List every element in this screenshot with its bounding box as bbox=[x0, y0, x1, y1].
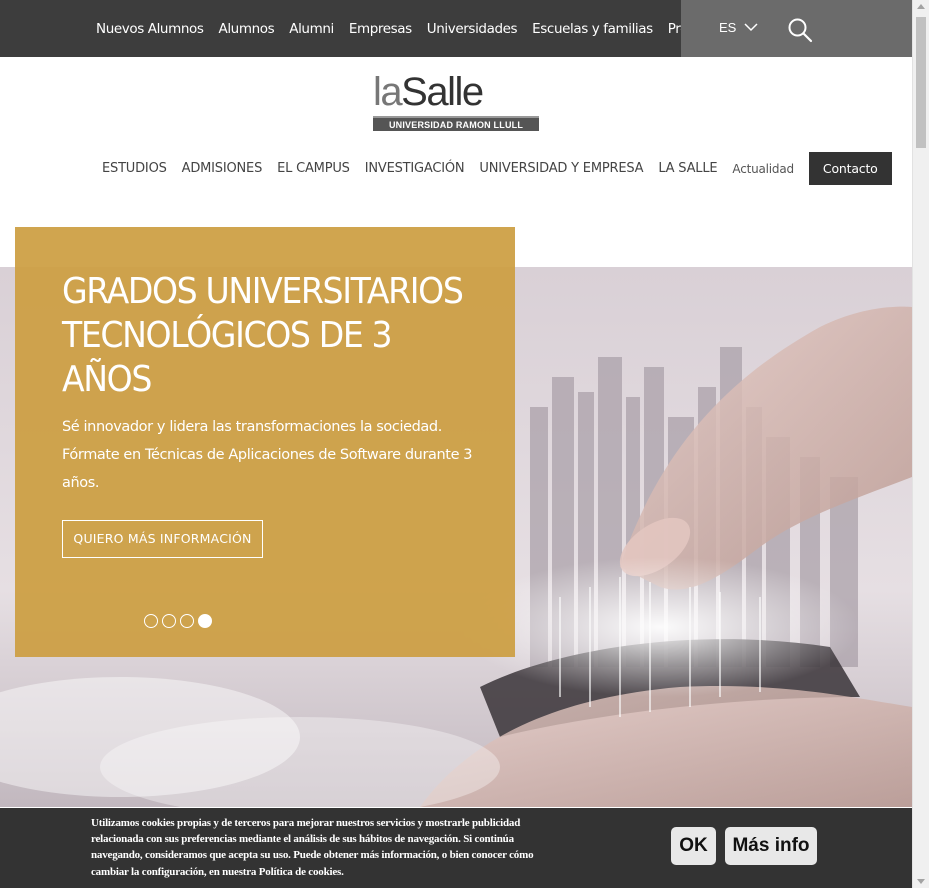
scroll-down-arrow-icon[interactable] bbox=[917, 879, 925, 884]
topnav-empresas[interactable]: Empresas bbox=[349, 21, 412, 37]
nav-universidad-empresa[interactable]: UNIVERSIDAD Y EMPRESA bbox=[479, 161, 643, 176]
scroll-thumb[interactable] bbox=[916, 17, 926, 148]
nav-investigacion[interactable]: INVESTIGACIÓN bbox=[365, 161, 465, 176]
topnav-escuelas-familias[interactable]: Escuelas y familias bbox=[532, 21, 653, 37]
logo-wordmark: laSalle bbox=[373, 70, 484, 114]
logo-subtitle: UNIVERSIDAD RAMON LLULL bbox=[373, 116, 539, 131]
topnav-universidades[interactable]: Universidades bbox=[427, 21, 518, 37]
cookie-text: Utilizamos cookies propias y de terceros… bbox=[91, 817, 534, 878]
nav-actualidad[interactable]: Actualidad bbox=[732, 162, 794, 176]
slider-dot-3[interactable] bbox=[180, 614, 194, 628]
hero-description: Sé innovador y lidera las transformacion… bbox=[62, 419, 473, 491]
top-tools: ES bbox=[681, 0, 912, 57]
chevron-down-icon bbox=[744, 23, 758, 32]
scroll-up-arrow-icon[interactable] bbox=[917, 4, 925, 9]
language-selector[interactable]: ES bbox=[719, 20, 758, 35]
slider-dots bbox=[144, 614, 212, 628]
slider-dot-2[interactable] bbox=[162, 614, 176, 628]
slider-dot-1[interactable] bbox=[144, 614, 158, 628]
topnav-nuevos-alumnos[interactable]: Nuevos Alumnos bbox=[96, 21, 204, 37]
more-info-button[interactable]: QUIERO MÁS INFORMACIÓN bbox=[62, 520, 263, 558]
nav-admisiones[interactable]: ADMISIONES bbox=[182, 161, 263, 176]
cookie-ok-button[interactable]: OK bbox=[671, 827, 716, 865]
nav-el-campus[interactable]: EL CAMPUS bbox=[277, 161, 350, 176]
nav-estudios[interactable]: ESTUDIOS bbox=[102, 161, 167, 176]
nav-la-salle[interactable]: LA SALLE bbox=[658, 161, 717, 176]
contact-button[interactable]: Contacto bbox=[808, 152, 892, 185]
logo-salle: Salle bbox=[401, 70, 484, 114]
main-navigation: ESTUDIOS ADMISIONES EL CAMPUS INVESTIGAC… bbox=[102, 152, 892, 185]
vertical-scrollbar[interactable] bbox=[912, 0, 929, 888]
topnav-alumnos[interactable]: Alumnos bbox=[218, 21, 274, 37]
top-bar: Nuevos Alumnos Alumnos Alumni Empresas U… bbox=[0, 0, 912, 57]
slider-dot-4[interactable] bbox=[198, 614, 212, 628]
logo-la: la bbox=[373, 70, 403, 114]
cookie-banner: Utilizamos cookies propias y de terceros… bbox=[0, 808, 912, 888]
language-label: ES bbox=[719, 20, 737, 35]
lasalle-logo[interactable]: laSalle UNIVERSIDAD RAMON LLULL bbox=[373, 70, 543, 132]
top-navigation: Nuevos Alumnos Alumnos Alumni Empresas U… bbox=[96, 0, 711, 57]
cookie-more-info-button[interactable]: Más info bbox=[725, 827, 817, 865]
search-icon[interactable] bbox=[787, 17, 813, 43]
hero-panel: GRADOS UNIVERSITARIOS TECNOLÓGICOS DE 3 … bbox=[15, 227, 515, 657]
hero-title: GRADOS UNIVERSITARIOS TECNOLÓGICOS DE 3 … bbox=[62, 271, 464, 400]
topnav-alumni[interactable]: Alumni bbox=[289, 21, 334, 37]
